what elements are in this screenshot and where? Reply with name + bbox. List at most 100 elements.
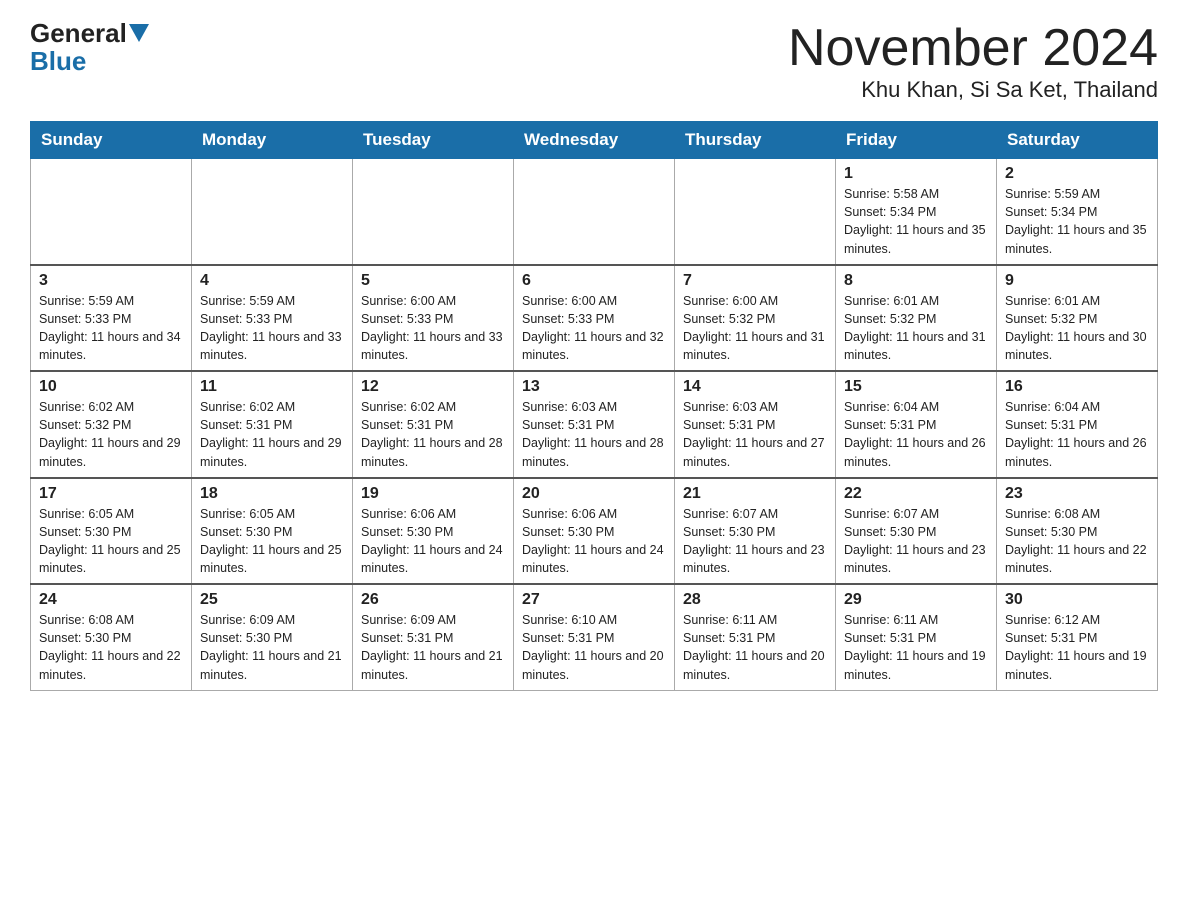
day-info: Sunrise: 6:03 AM Sunset: 5:31 PM Dayligh… [683, 398, 827, 471]
day-info: Sunrise: 6:01 AM Sunset: 5:32 PM Dayligh… [844, 292, 988, 365]
calendar-cell: 6Sunrise: 6:00 AM Sunset: 5:33 PM Daylig… [514, 265, 675, 372]
day-info: Sunrise: 5:59 AM Sunset: 5:33 PM Dayligh… [39, 292, 183, 365]
calendar-cell: 4 Sunrise: 5:59 AM Sunset: 5:33 PM Daylig… [192, 265, 353, 372]
day-info: Sunrise: 6:01 AM Sunset: 5:32 PM Dayligh… [1005, 292, 1149, 365]
day-info: Sunrise: 6:04 AM Sunset: 5:31 PM Dayligh… [844, 398, 988, 471]
day-number: 2 [1005, 165, 1149, 183]
day-number: 28 [683, 591, 827, 609]
day-number: 21 [683, 485, 827, 503]
calendar-cell [514, 159, 675, 265]
day-info: Sunrise: 6:07 AM Sunset: 5:30 PM Dayligh… [844, 505, 988, 578]
calendar-header-row: SundayMondayTuesdayWednesdayThursdayFrid… [31, 122, 1158, 159]
day-number: 23 [1005, 485, 1149, 503]
day-number: 15 [844, 378, 988, 396]
calendar-cell [31, 159, 192, 265]
calendar-cell: 26 Sunrise: 6:09 AM Sunset: 5:31 PM Dayli… [353, 584, 514, 690]
day-number: 16 [1005, 378, 1149, 396]
day-info: Sunrise: 6:11 AM Sunset: 5:31 PM Dayligh… [683, 611, 827, 684]
day-number: 18 [200, 485, 344, 503]
day-number: 8 [844, 272, 988, 290]
day-number: 24 [39, 591, 183, 609]
day-number: 10 [39, 378, 183, 396]
calendar-cell: 15 Sunrise: 6:04 AM Sunset: 5:31 PM Dayli… [836, 371, 997, 478]
calendar-cell: 8 Sunrise: 6:01 AM Sunset: 5:32 PM Daylig… [836, 265, 997, 372]
calendar-cell [192, 159, 353, 265]
logo-blue-text: Blue [30, 46, 86, 76]
day-number: 25 [200, 591, 344, 609]
calendar-cell: 21 Sunrise: 6:07 AM Sunset: 5:30 PM Dayli… [675, 478, 836, 585]
calendar-week-row: 10 Sunrise: 6:02 AM Sunset: 5:32 PM Dayli… [31, 371, 1158, 478]
calendar-week-row: 1 Sunrise: 5:58 AM Sunset: 5:34 PM Daylig… [31, 159, 1158, 265]
location-title: Khu Khan, Si Sa Ket, Thailand [788, 77, 1158, 103]
calendar-cell: 20Sunrise: 6:06 AM Sunset: 5:30 PM Dayli… [514, 478, 675, 585]
day-number: 1 [844, 165, 988, 183]
day-info: Sunrise: 6:12 AM Sunset: 5:31 PM Dayligh… [1005, 611, 1149, 684]
calendar-cell: 14 Sunrise: 6:03 AM Sunset: 5:31 PM Dayli… [675, 371, 836, 478]
calendar-cell: 16 Sunrise: 6:04 AM Sunset: 5:31 PM Dayli… [997, 371, 1158, 478]
day-info: Sunrise: 6:09 AM Sunset: 5:31 PM Dayligh… [361, 611, 505, 684]
header-friday: Friday [836, 122, 997, 159]
day-info: Sunrise: 6:02 AM Sunset: 5:31 PM Dayligh… [361, 398, 505, 471]
calendar-cell: 24 Sunrise: 6:08 AM Sunset: 5:30 PM Dayli… [31, 584, 192, 690]
calendar-cell: 5 Sunrise: 6:00 AM Sunset: 5:33 PM Daylig… [353, 265, 514, 372]
day-info: Sunrise: 6:02 AM Sunset: 5:31 PM Dayligh… [200, 398, 344, 471]
day-info: Sunrise: 6:11 AM Sunset: 5:31 PM Dayligh… [844, 611, 988, 684]
day-number: 4 [200, 272, 344, 290]
day-number: 13 [522, 378, 666, 396]
day-info: Sunrise: 5:59 AM Sunset: 5:33 PM Dayligh… [200, 292, 344, 365]
day-info: Sunrise: 6:09 AM Sunset: 5:30 PM Dayligh… [200, 611, 344, 684]
day-number: 14 [683, 378, 827, 396]
day-info: Sunrise: 6:08 AM Sunset: 5:30 PM Dayligh… [39, 611, 183, 684]
day-number: 5 [361, 272, 505, 290]
calendar-week-row: 24 Sunrise: 6:08 AM Sunset: 5:30 PM Dayli… [31, 584, 1158, 690]
calendar-cell: 29 Sunrise: 6:11 AM Sunset: 5:31 PM Dayli… [836, 584, 997, 690]
day-info: Sunrise: 6:04 AM Sunset: 5:31 PM Dayligh… [1005, 398, 1149, 471]
calendar-cell: 3 Sunrise: 5:59 AM Sunset: 5:33 PM Daylig… [31, 265, 192, 372]
day-info: Sunrise: 6:00 AM Sunset: 5:33 PM Dayligh… [361, 292, 505, 365]
calendar-week-row: 17 Sunrise: 6:05 AM Sunset: 5:30 PM Dayli… [31, 478, 1158, 585]
calendar-cell: 28 Sunrise: 6:11 AM Sunset: 5:31 PM Dayli… [675, 584, 836, 690]
logo-general-text: General [30, 20, 127, 46]
logo: General Blue [30, 20, 151, 77]
day-info: Sunrise: 6:07 AM Sunset: 5:30 PM Dayligh… [683, 505, 827, 578]
day-info: Sunrise: 6:10 AM Sunset: 5:31 PM Dayligh… [522, 611, 666, 684]
calendar-cell: 13Sunrise: 6:03 AM Sunset: 5:31 PM Dayli… [514, 371, 675, 478]
page-header: General Blue November 2024 Khu Khan, Si … [30, 20, 1158, 103]
calendar-cell: 19Sunrise: 6:06 AM Sunset: 5:30 PM Dayli… [353, 478, 514, 585]
day-info: Sunrise: 6:02 AM Sunset: 5:32 PM Dayligh… [39, 398, 183, 471]
calendar-cell: 30Sunrise: 6:12 AM Sunset: 5:31 PM Dayli… [997, 584, 1158, 690]
calendar-cell [353, 159, 514, 265]
header-sunday: Sunday [31, 122, 192, 159]
title-area: November 2024 Khu Khan, Si Sa Ket, Thail… [788, 20, 1158, 103]
day-number: 26 [361, 591, 505, 609]
day-number: 17 [39, 485, 183, 503]
header-thursday: Thursday [675, 122, 836, 159]
day-number: 22 [844, 485, 988, 503]
day-number: 29 [844, 591, 988, 609]
day-info: Sunrise: 6:00 AM Sunset: 5:33 PM Dayligh… [522, 292, 666, 365]
day-info: Sunrise: 6:06 AM Sunset: 5:30 PM Dayligh… [361, 505, 505, 578]
calendar-week-row: 3 Sunrise: 5:59 AM Sunset: 5:33 PM Daylig… [31, 265, 1158, 372]
month-title: November 2024 [788, 20, 1158, 77]
header-tuesday: Tuesday [353, 122, 514, 159]
logo-triangle-icon [129, 24, 149, 42]
day-number: 9 [1005, 272, 1149, 290]
day-number: 11 [200, 378, 344, 396]
day-number: 12 [361, 378, 505, 396]
day-number: 20 [522, 485, 666, 503]
calendar-cell: 9 Sunrise: 6:01 AM Sunset: 5:32 PM Daylig… [997, 265, 1158, 372]
calendar-cell: 23Sunrise: 6:08 AM Sunset: 5:30 PM Dayli… [997, 478, 1158, 585]
calendar-cell: 27Sunrise: 6:10 AM Sunset: 5:31 PM Dayli… [514, 584, 675, 690]
calendar-cell: 17 Sunrise: 6:05 AM Sunset: 5:30 PM Dayli… [31, 478, 192, 585]
calendar-cell: 18Sunrise: 6:05 AM Sunset: 5:30 PM Dayli… [192, 478, 353, 585]
calendar-cell [675, 159, 836, 265]
calendar-cell: 1 Sunrise: 5:58 AM Sunset: 5:34 PM Daylig… [836, 159, 997, 265]
day-info: Sunrise: 6:05 AM Sunset: 5:30 PM Dayligh… [39, 505, 183, 578]
day-number: 3 [39, 272, 183, 290]
day-info: Sunrise: 5:58 AM Sunset: 5:34 PM Dayligh… [844, 185, 988, 258]
calendar-cell: 2Sunrise: 5:59 AM Sunset: 5:34 PM Daylig… [997, 159, 1158, 265]
header-saturday: Saturday [997, 122, 1158, 159]
calendar-cell: 11 Sunrise: 6:02 AM Sunset: 5:31 PM Dayli… [192, 371, 353, 478]
header-wednesday: Wednesday [514, 122, 675, 159]
day-info: Sunrise: 6:00 AM Sunset: 5:32 PM Dayligh… [683, 292, 827, 365]
